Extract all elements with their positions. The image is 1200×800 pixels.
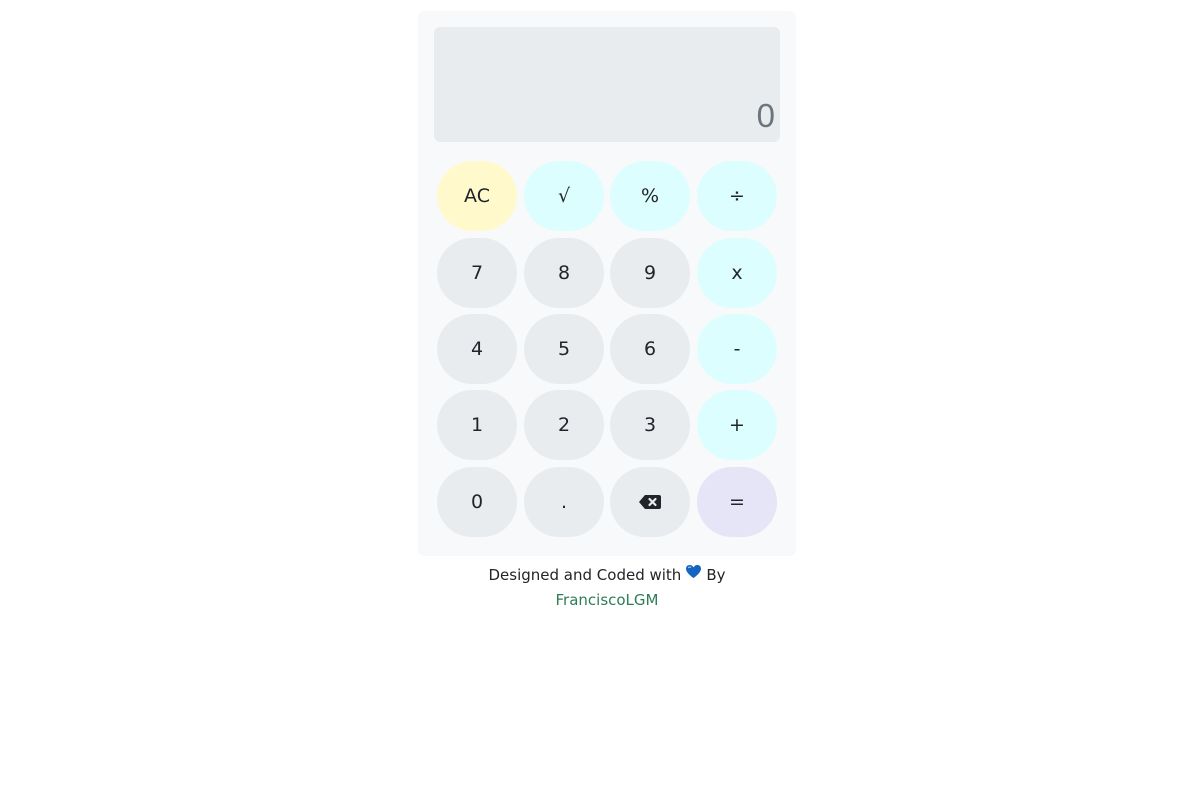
add-button[interactable]: +	[697, 390, 777, 460]
digit-3-button[interactable]: 3	[610, 390, 690, 460]
calculator: 0 AC √ % ÷ 7 8 9 x 4 5 6 - 1 2 3 + 0 . =	[418, 11, 796, 556]
decimal-button[interactable]: .	[524, 467, 604, 537]
keypad: AC √ % ÷ 7 8 9 x 4 5 6 - 1 2 3 + 0 . =	[437, 161, 777, 537]
digit-5-button[interactable]: 5	[524, 314, 604, 384]
equals-button[interactable]: =	[697, 467, 777, 537]
digit-7-button[interactable]: 7	[437, 238, 517, 308]
clear-button[interactable]: AC	[437, 161, 517, 231]
digit-4-button[interactable]: 4	[437, 314, 517, 384]
blue-heart-icon	[685, 562, 702, 586]
digit-0-button[interactable]: 0	[437, 467, 517, 537]
digit-2-button[interactable]: 2	[524, 390, 604, 460]
digit-1-button[interactable]: 1	[437, 390, 517, 460]
backspace-button[interactable]	[610, 467, 690, 537]
display-value: 0	[756, 97, 775, 134]
backspace-icon	[639, 495, 661, 509]
footer-text-before: Designed and Coded with	[488, 566, 682, 584]
footer-text-after: By	[706, 566, 726, 584]
digit-6-button[interactable]: 6	[610, 314, 690, 384]
footer-credit-line: Designed and Coded with By	[418, 563, 796, 588]
divide-button[interactable]: ÷	[697, 161, 777, 231]
calculator-display: 0	[434, 27, 780, 142]
footer: Designed and Coded with By FranciscoLGM	[418, 563, 796, 612]
author-link[interactable]: FranciscoLGM	[556, 591, 659, 609]
percent-button[interactable]: %	[610, 161, 690, 231]
subtract-button[interactable]: -	[697, 314, 777, 384]
square-root-button[interactable]: √	[524, 161, 604, 231]
digit-9-button[interactable]: 9	[610, 238, 690, 308]
digit-8-button[interactable]: 8	[524, 238, 604, 308]
multiply-button[interactable]: x	[697, 238, 777, 308]
